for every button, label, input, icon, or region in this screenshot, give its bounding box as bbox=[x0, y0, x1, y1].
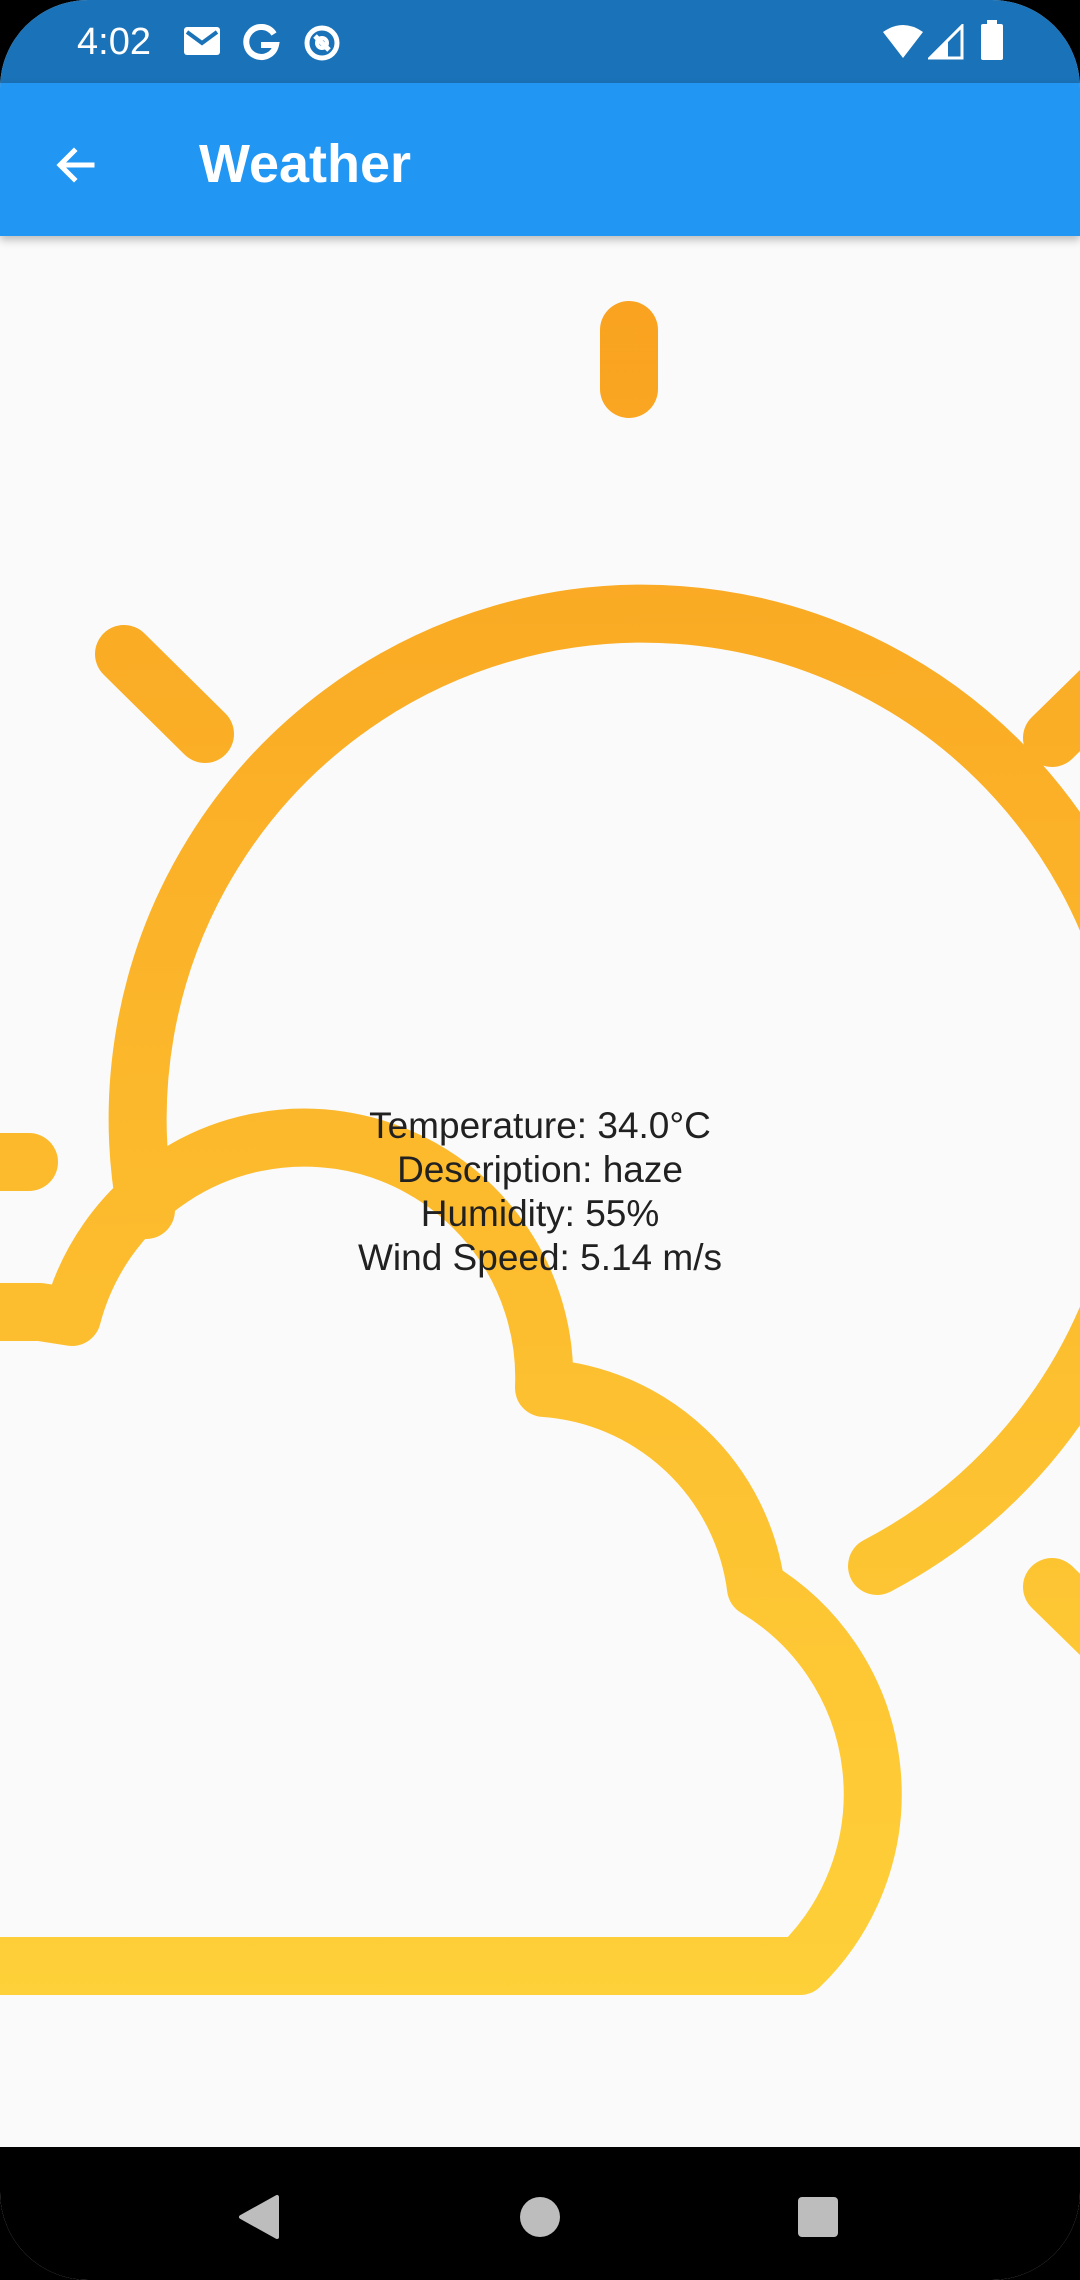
navigation-bar bbox=[0, 2147, 1080, 2280]
description-text: Description: haze bbox=[397, 1149, 683, 1190]
nav-back-icon bbox=[239, 2195, 279, 2239]
nav-back-button[interactable] bbox=[219, 2177, 299, 2257]
phone-screen: 4:02 Weather Temperature: 34.0°C Descrip… bbox=[0, 0, 1080, 2280]
back-button[interactable] bbox=[30, 119, 122, 211]
app-bar: Weather bbox=[0, 83, 1080, 236]
status-time: 4:02 bbox=[77, 21, 151, 63]
wifi-icon bbox=[883, 25, 923, 58]
cellular-signal-icon bbox=[928, 24, 964, 60]
humidity-text: Humidity: 55% bbox=[420, 1193, 660, 1234]
wind-speed-text: Wind Speed: 5.14 m/s bbox=[357, 1237, 723, 1278]
arrow-back-icon bbox=[56, 147, 95, 183]
nav-recents-icon bbox=[798, 2197, 838, 2237]
nav-home-icon bbox=[520, 2197, 560, 2237]
gmail-icon bbox=[184, 27, 220, 55]
page-title: Weather bbox=[199, 134, 412, 194]
status-bar: 4:02 bbox=[0, 0, 1080, 83]
temperature-text: Temperature: 34.0°C bbox=[369, 1105, 711, 1146]
nav-recents-button[interactable] bbox=[778, 2177, 858, 2257]
weather-content: Temperature: 34.0°C Description: haze Hu… bbox=[0, 236, 1080, 2147]
battery-icon bbox=[981, 20, 1003, 60]
google-icon bbox=[243, 24, 280, 60]
weather-info: Temperature: 34.0°C Description: haze Hu… bbox=[0, 1104, 1080, 1280]
nav-home-button[interactable] bbox=[500, 2177, 580, 2257]
at-sign-icon bbox=[304, 25, 340, 61]
